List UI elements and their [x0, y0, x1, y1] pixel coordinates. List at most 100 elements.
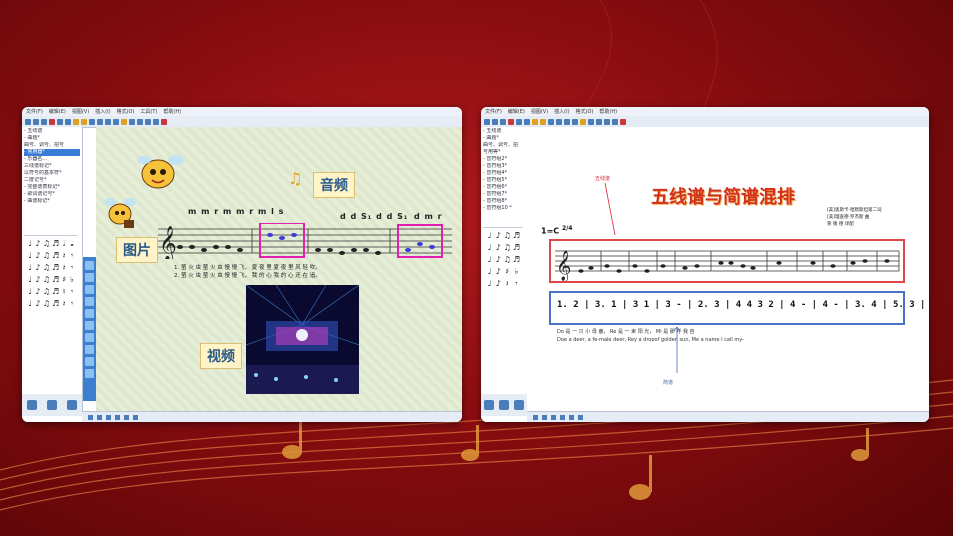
note-symbol-icon[interactable]: ♩	[486, 279, 493, 289]
menu-item-insert[interactable]: 插入(I)	[95, 108, 110, 115]
menu-item-help[interactable]: 帮助(H)	[599, 108, 617, 115]
tool-icon[interactable]	[85, 333, 94, 342]
note-symbol-icon[interactable]: ♩	[27, 251, 33, 261]
save-icon[interactable]	[41, 118, 47, 125]
tool-icon[interactable]	[85, 297, 94, 306]
status-icon[interactable]	[560, 414, 565, 420]
tree-item[interactable]: 以符号的基本符*	[24, 170, 80, 177]
play-icon[interactable]	[89, 118, 95, 125]
note-symbol-icon[interactable]: ♩	[27, 299, 33, 309]
stop-icon[interactable]	[556, 118, 562, 125]
note-symbol-icon[interactable]: ♪	[495, 255, 502, 265]
pen-tool-icon[interactable]	[588, 118, 594, 125]
tree-item[interactable]: - 完整谱表标记*	[24, 184, 80, 191]
status-icon[interactable]	[542, 414, 547, 420]
tree-item[interactable]: 二度记号*	[24, 177, 80, 184]
note-symbol-icon[interactable]: ♪	[495, 267, 502, 277]
cut-icon[interactable]	[49, 118, 55, 125]
note-symbol-icon[interactable]: ♫	[43, 299, 50, 309]
rest-symbol-icon[interactable]: 𝄾	[69, 263, 75, 273]
open-file-icon[interactable]	[33, 118, 39, 125]
export-icon[interactable]	[483, 400, 494, 410]
tree-item[interactable]: - 曲题*	[483, 135, 525, 142]
paste-icon[interactable]	[65, 118, 71, 125]
menu-item-help[interactable]: 帮助(H)	[163, 108, 181, 115]
note-symbol-icon[interactable]: ♩	[486, 267, 493, 277]
sharp-symbol-icon[interactable]: ♯	[61, 275, 67, 285]
delete-icon[interactable]	[620, 118, 626, 125]
play-icon[interactable]	[548, 118, 554, 125]
status-icon[interactable]	[115, 414, 120, 420]
concert-video[interactable]	[246, 285, 359, 394]
tool-icon[interactable]	[85, 357, 94, 366]
undo-icon[interactable]	[532, 118, 538, 125]
menu-item-format[interactable]: 格式(O)	[117, 108, 135, 115]
menu-item-file[interactable]: 文件(F)	[485, 108, 502, 115]
tree-item[interactable]: 曲号、调号、拍	[483, 142, 525, 149]
note-symbol-icon[interactable]: ♩	[486, 255, 493, 265]
tree-item[interactable]: - 音符组2*	[483, 156, 525, 163]
status-icon[interactable]	[551, 414, 556, 420]
new-file-icon[interactable]	[25, 118, 31, 125]
note-symbol-icon[interactable]: ♫	[504, 231, 511, 241]
tree-item[interactable]: - 音符组3*	[483, 163, 525, 170]
delete-icon[interactable]	[161, 118, 167, 125]
export-icon[interactable]	[27, 400, 37, 410]
tree-item[interactable]: - 歌词谱记号*	[24, 191, 80, 198]
menu-item-insert[interactable]: 插入(I)	[554, 108, 569, 115]
note-symbol-icon[interactable]: ♪	[35, 275, 41, 285]
status-icon[interactable]	[124, 414, 129, 420]
menu-item-view[interactable]: 视图(V)	[531, 108, 548, 115]
menu-item-tools[interactable]: 工具(T)	[140, 108, 157, 115]
menu-item-edit[interactable]: 编辑(E)	[49, 108, 66, 115]
note-symbol-icon[interactable]: ♫	[43, 263, 50, 273]
status-icon[interactable]	[578, 414, 583, 420]
tree-item[interactable]: - 曲谱标记*	[24, 198, 80, 205]
new-file-icon[interactable]	[484, 118, 490, 125]
note-symbol-icon[interactable]: ♪	[495, 279, 502, 289]
cut-icon[interactable]	[508, 118, 514, 125]
menu-item-edit[interactable]: 编辑(E)	[508, 108, 525, 115]
note-symbol-icon[interactable]: ♫	[43, 287, 50, 297]
sharp-symbol-icon[interactable]: ♯	[504, 267, 511, 277]
note-symbol-icon[interactable]: ♩	[486, 243, 493, 253]
text-tool-icon[interactable]	[596, 118, 602, 125]
note-symbol-icon[interactable]: 𝅗𝅥	[61, 239, 67, 249]
note-symbol-icon[interactable]: ♬	[52, 239, 59, 249]
zoom-out-icon[interactable]	[612, 118, 618, 125]
stop-icon[interactable]	[97, 118, 103, 125]
redo-icon[interactable]	[81, 118, 87, 125]
natural-symbol-icon[interactable]: ♮	[61, 287, 67, 297]
note-symbol-icon[interactable]: ♪	[35, 239, 41, 249]
tree-item[interactable]: - 音符组8*	[483, 198, 525, 205]
note-symbol-icon[interactable]: ♪	[35, 299, 41, 309]
tree-item-selected[interactable]: - 常用器*	[24, 149, 80, 156]
redo-icon[interactable]	[540, 118, 546, 125]
rest-symbol-icon[interactable]: 𝄽	[61, 299, 67, 309]
rewind-icon[interactable]	[105, 118, 111, 125]
score-canvas[interactable]: 图片 音频 ♫ 视频 m m r m m r m l s d d S₁ d d …	[96, 127, 462, 412]
note-symbol-icon[interactable]: ♬	[513, 231, 520, 241]
paste-icon[interactable]	[524, 118, 530, 125]
rest-symbol-icon[interactable]: 𝄾	[69, 299, 75, 309]
text-tool-icon[interactable]	[137, 118, 143, 125]
flat-symbol-icon[interactable]: ♭	[513, 267, 520, 277]
note-symbol-icon[interactable]: ♪	[35, 287, 41, 297]
note-symbol-icon[interactable]: ♬	[52, 263, 59, 273]
note-symbol-icon[interactable]: ♬	[52, 275, 59, 285]
undo-icon[interactable]	[73, 118, 79, 125]
note-symbol-icon[interactable]: ♪	[495, 231, 502, 241]
rest-symbol-icon[interactable]: 𝄽	[61, 263, 67, 273]
menu-item-view[interactable]: 视图(V)	[72, 108, 89, 115]
zoom-out-icon[interactable]	[153, 118, 159, 125]
menu-item-format[interactable]: 格式(O)	[576, 108, 594, 115]
tool-icon[interactable]	[85, 321, 94, 330]
status-icon[interactable]	[97, 414, 102, 420]
forward-icon[interactable]	[572, 118, 578, 125]
tree-item[interactable]: - 乐器名...	[24, 156, 80, 163]
tree-item[interactable]: - 五线谱	[483, 128, 525, 135]
note-symbol-icon[interactable]: ♬	[513, 255, 520, 265]
note-symbol-icon[interactable]: ♬	[52, 251, 59, 261]
settings-icon[interactable]	[514, 400, 525, 410]
tree-item[interactable]: - 音符组5*	[483, 177, 525, 184]
